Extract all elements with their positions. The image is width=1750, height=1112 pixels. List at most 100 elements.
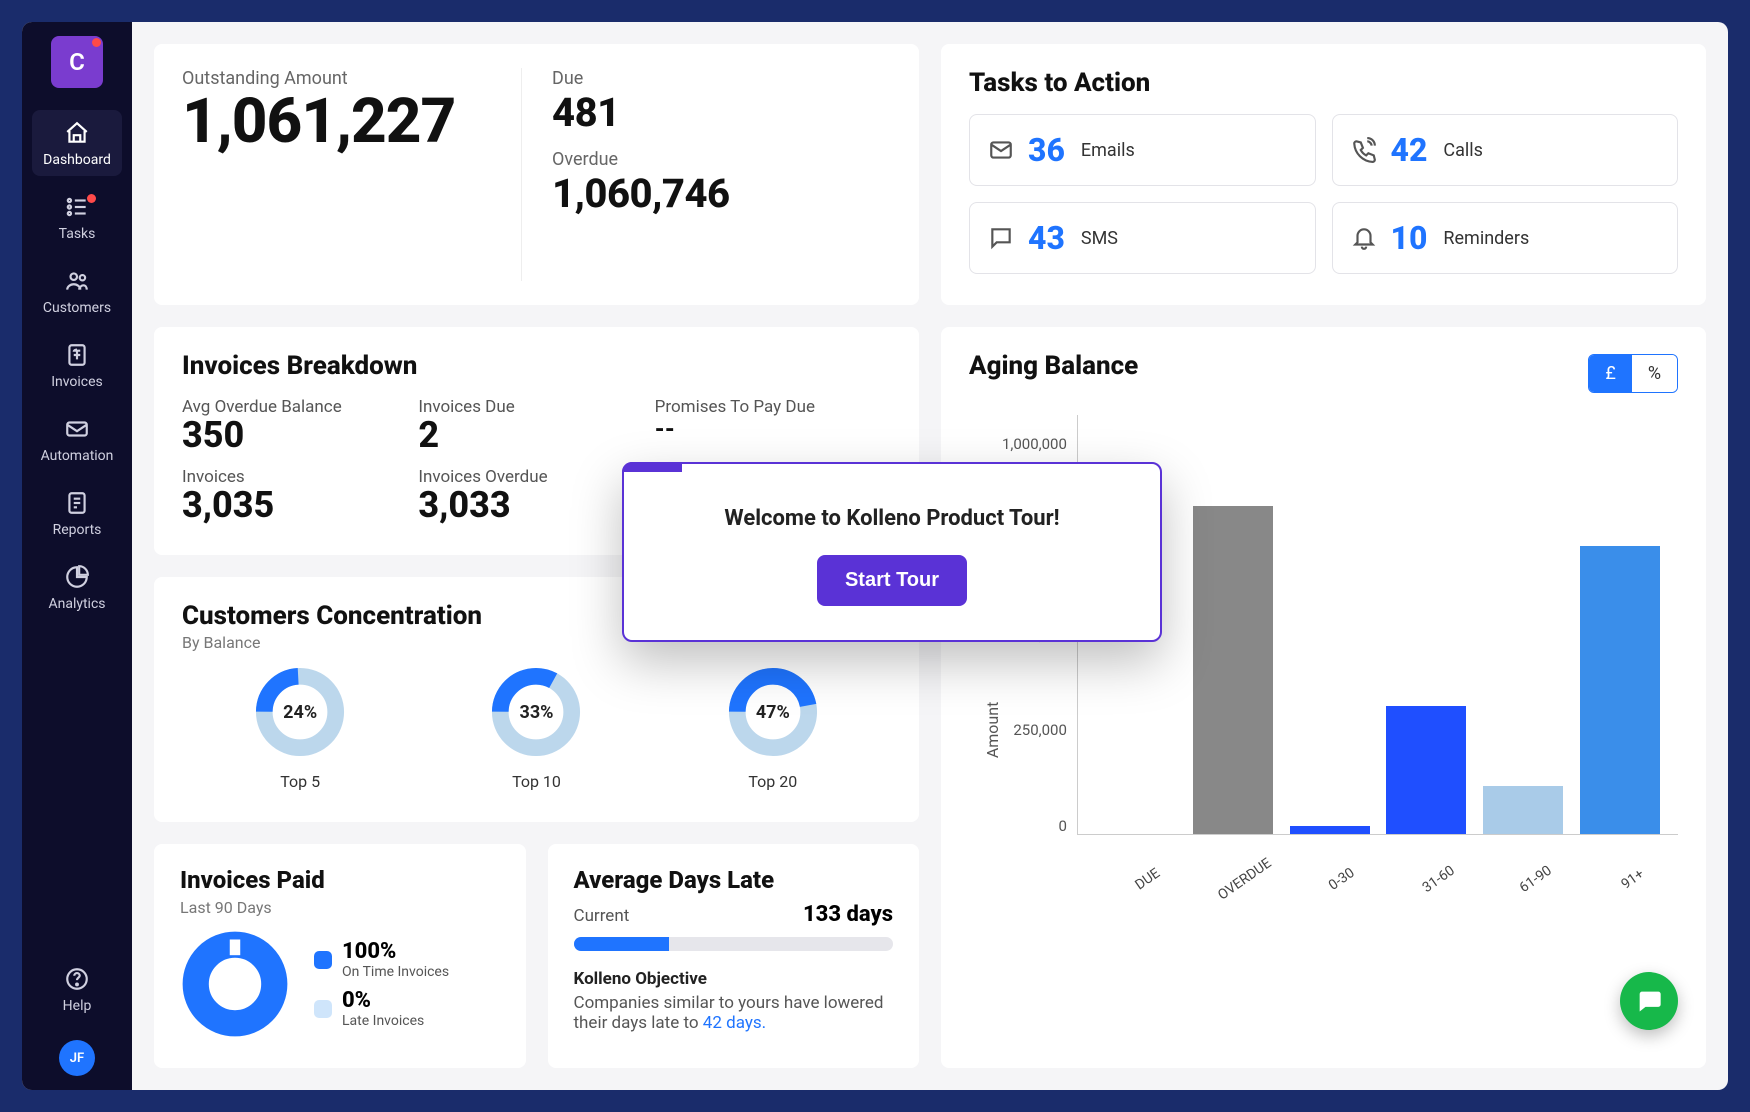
legend-label: On Time Invoices [342,964,449,980]
sidebar-item-label: Help [63,998,92,1014]
overdue-label: Overdue [552,149,891,170]
sidebar-item-label: Customers [43,300,111,316]
sidebar-item-label: Reports [53,522,102,538]
sidebar-item-automation[interactable]: Automation [32,406,122,472]
task-calls[interactable]: 42 Calls [1332,114,1679,186]
legend-pct: 0% [342,988,424,1013]
aging-title: Aging Balance [969,351,1138,381]
sidebar-item-reports[interactable]: Reports [32,480,122,546]
x-label: 91+ [1591,847,1674,912]
sidebar-item-customers[interactable]: Customers [32,258,122,324]
task-sms[interactable]: 43 SMS [969,202,1316,274]
x-label: OVERDUE [1203,847,1286,912]
bd-label: Invoices Due [418,397,654,417]
bd-value: 3,035 [182,487,418,525]
tasks-title: Tasks to Action [969,68,1678,98]
pie-icon [64,564,90,590]
card-average-days-late: Average Days Late Current 133 days Kolle… [548,844,920,1068]
row4-left: Invoices Paid Last 90 Days 100% On T [154,844,919,1068]
late-current-label: Current [574,906,630,926]
mail-icon [64,416,90,442]
y-tick: 250,000 [1013,721,1067,739]
legend-color-icon [314,951,332,969]
user-avatar[interactable]: JF [59,1040,95,1076]
legend-ontime: 100% On Time Invoices [314,939,449,980]
sidebar-item-tasks[interactable]: Tasks [32,184,122,250]
card-invoices-paid: Invoices Paid Last 90 Days 100% On T [154,844,526,1068]
tour-title: Welcome to Kolleno Product Tour! [654,506,1130,531]
toggle-percent-button[interactable]: % [1632,355,1677,392]
email-icon [988,137,1014,163]
org-logo[interactable]: C [51,36,103,88]
start-tour-button[interactable]: Start Tour [817,555,967,606]
report-icon [64,490,90,516]
aging-unit-toggle: £ % [1588,354,1678,393]
task-count: 36 [1028,131,1065,169]
sidebar-item-label: Dashboard [43,152,111,168]
card-tasks: Tasks to Action 36 Emails 42 Calls 43 SM… [941,44,1706,305]
chat-launcher-button[interactable] [1620,972,1678,1030]
org-logo-letter: C [69,48,85,76]
x-axis-labels: DUEOVERDUE0-3031-6061-9091+ [1077,835,1678,863]
progress-fill [574,937,670,951]
donut-top-10: 33% Top 10 [486,662,586,791]
x-label: DUE [1107,847,1190,912]
task-label: Reminders [1443,228,1529,249]
sidebar-item-label: Analytics [48,596,105,612]
task-reminders[interactable]: 10 Reminders [1332,202,1679,274]
outstanding-value: 1,061,227 [182,91,521,153]
tour-accent-icon [622,462,682,472]
late-title: Average Days Late [574,866,894,894]
toggle-currency-button[interactable]: £ [1589,355,1631,392]
concentration-donuts: 24% Top 5 33% Top 10 47% Top 20 [182,662,891,791]
y-tick: 0 [1058,817,1066,835]
bd-value: 2 [418,417,654,455]
users-icon [64,268,90,294]
chat-bubble-icon [1635,987,1663,1015]
bd-value: 350 [182,417,418,455]
task-label: Emails [1081,140,1135,161]
task-count: 43 [1028,219,1065,257]
overdue-value: 1,060,746 [552,172,891,216]
objective-text: Companies similar to yours have lowered … [574,993,894,1033]
donut-pct: 33% [486,662,586,762]
bd-label: Promises To Pay Due [655,397,891,417]
product-tour-modal: Welcome to Kolleno Product Tour! Start T… [622,462,1162,642]
paid-donut-icon [180,929,290,1039]
task-count: 42 [1391,131,1428,169]
sidebar-item-label: Automation [41,448,114,464]
task-emails[interactable]: 36 Emails [969,114,1316,186]
due-value: 481 [552,91,891,135]
donut-label: Top 20 [748,772,797,791]
sidebar-item-help[interactable]: Help [32,956,122,1022]
legend-pct: 100% [342,939,449,964]
objective-title: Kolleno Objective [574,969,894,989]
sidebar: C Dashboard Tasks Customers Invoices Aut… [22,22,132,1090]
notification-dot-icon [92,38,101,47]
donut-label: Top 5 [280,772,320,791]
bd-value: 3,033 [418,487,654,525]
progress-bar [574,937,894,951]
x-label: 31-60 [1397,847,1480,912]
donut-top-5: 24% Top 5 [250,662,350,791]
bell-icon [1351,225,1377,251]
donut-label: Top 10 [512,772,561,791]
sidebar-item-analytics[interactable]: Analytics [32,554,122,620]
chat-icon [988,225,1014,251]
legend-late: 0% Late Invoices [314,988,449,1029]
sidebar-item-dashboard[interactable]: Dashboard [32,110,122,176]
sidebar-item-invoices[interactable]: Invoices [32,332,122,398]
sidebar-item-label: Invoices [51,374,103,390]
bar-segment [1483,786,1563,834]
objective-link[interactable]: 42 days. [703,1013,766,1033]
x-label: 61-90 [1494,847,1577,912]
chart-bars [1077,415,1678,835]
invoice-icon [64,342,90,368]
home-icon [64,120,90,146]
legend-color-icon [314,1000,332,1018]
y-tick: 1,000,000 [1002,435,1067,453]
late-current-value: 133 days [803,902,893,927]
help-icon [64,966,90,992]
card-outstanding: Outstanding Amount 1,061,227 Due 481 Ove… [154,44,919,305]
user-initials: JF [70,1051,84,1066]
